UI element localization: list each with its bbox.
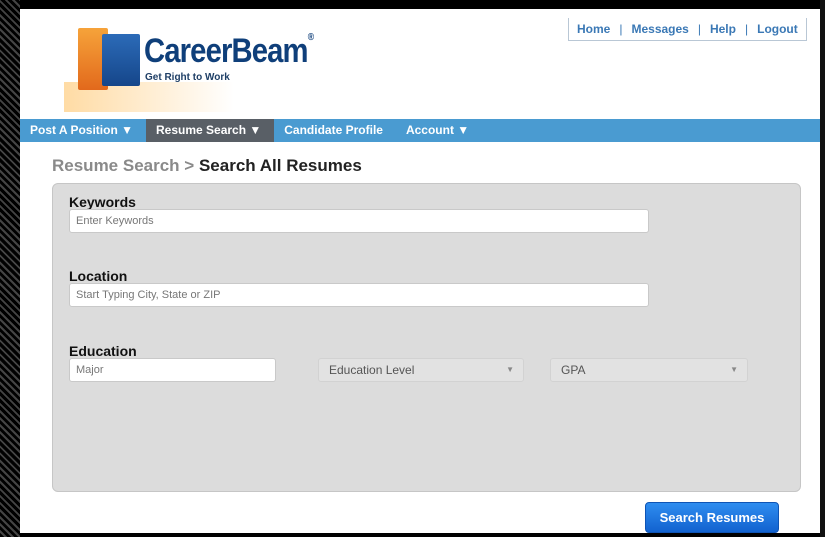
home-link[interactable]: Home [577, 22, 610, 36]
separator: | [697, 22, 701, 36]
messages-link[interactable]: Messages [631, 22, 688, 36]
separator: | [744, 22, 749, 36]
logo-brand-name: CareerBeam® [144, 32, 314, 71]
keywords-input[interactable] [69, 209, 649, 233]
education-level-value: Education Level [329, 363, 415, 377]
logo-brand-text: CareerBeam [144, 32, 309, 70]
search-resumes-button[interactable]: Search Resumes [645, 502, 779, 533]
logo-tagline: Get Right to Work [145, 72, 230, 83]
location-input[interactable] [69, 283, 649, 307]
gpa-select[interactable]: GPA ▼ [550, 358, 748, 382]
chevron-down-icon: ▼ [730, 365, 738, 374]
page-title: Resume Search > Search All Resumes [52, 156, 362, 176]
education-label: Education [69, 343, 137, 359]
window-left-border [0, 0, 20, 537]
chevron-down-icon: ▼ [506, 365, 514, 374]
browser-viewport: Home | Messages | Help | Logout CareerBe… [20, 9, 820, 533]
logout-link[interactable]: Logout [757, 22, 798, 36]
gpa-value: GPA [561, 363, 586, 377]
separator: | [619, 22, 623, 36]
nav-resume-search[interactable]: Resume Search ▼ [146, 119, 275, 142]
utility-nav: Home | Messages | Help | Logout [568, 18, 807, 41]
keywords-label: Keywords [69, 194, 136, 210]
registered-mark: ® [307, 32, 314, 43]
breadcrumb-parent[interactable]: Resume Search > [52, 156, 194, 175]
nav-candidate-profile[interactable]: Candidate Profile [274, 119, 396, 142]
breadcrumb-current: Search All Resumes [198, 156, 362, 175]
careerbeam-logo[interactable]: CareerBeam® Get Right to Work [58, 24, 318, 114]
nav-account[interactable]: Account ▼ [396, 119, 482, 142]
help-link[interactable]: Help [710, 22, 736, 36]
window-right-border [820, 0, 825, 537]
search-form-panel: Keywords Location Education Education Le… [52, 183, 801, 492]
main-nav: Post A Position ▼ Resume Search ▼ Candid… [20, 119, 820, 142]
nav-post-a-position[interactable]: Post A Position ▼ [20, 119, 146, 142]
education-level-select[interactable]: Education Level ▼ [318, 358, 524, 382]
location-label: Location [69, 268, 128, 284]
major-input[interactable] [69, 358, 276, 382]
logo-blue-square [102, 34, 140, 86]
